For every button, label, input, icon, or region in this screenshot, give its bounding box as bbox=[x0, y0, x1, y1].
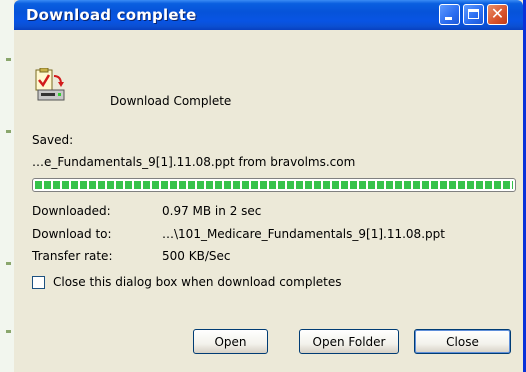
open-folder-button[interactable]: Open Folder bbox=[299, 329, 399, 354]
saved-file-value: …e_Fundamentals_9[1].11.08.ppt from brav… bbox=[32, 155, 356, 169]
status-heading: Download Complete bbox=[110, 94, 232, 108]
minimize-icon bbox=[445, 17, 452, 20]
saved-label: Saved: bbox=[32, 133, 74, 147]
download-complete-icon bbox=[34, 67, 68, 104]
downloaded-label: Downloaded: bbox=[32, 204, 111, 218]
download-complete-dialog: Download complete ✕ Download Complete Sa… bbox=[14, 0, 526, 372]
maximize-button[interactable] bbox=[463, 4, 484, 25]
window-title: Download complete bbox=[26, 6, 197, 24]
download-progress-fill bbox=[35, 181, 513, 189]
close-window-button[interactable]: ✕ bbox=[487, 4, 508, 25]
downloaded-value: 0.97 MB in 2 sec bbox=[162, 204, 262, 218]
minimize-button[interactable] bbox=[439, 4, 460, 25]
close-button[interactable]: Close bbox=[414, 329, 511, 354]
title-bar[interactable]: Download complete ✕ bbox=[14, 0, 523, 30]
close-when-done-checkbox[interactable] bbox=[32, 276, 45, 289]
open-button[interactable]: Open bbox=[193, 329, 268, 354]
download-to-label: Download to: bbox=[32, 227, 112, 241]
transfer-rate-value: 500 KB/Sec bbox=[162, 249, 231, 263]
close-when-done-label[interactable]: Close this dialog box when download comp… bbox=[53, 275, 342, 289]
download-progress-bar bbox=[32, 178, 516, 192]
transfer-rate-label: Transfer rate: bbox=[32, 249, 113, 263]
maximize-icon bbox=[468, 9, 479, 19]
close-icon: ✕ bbox=[490, 4, 505, 23]
download-to-value: …\101_Medicare_Fundamentals_9[1].11.08.p… bbox=[162, 227, 445, 241]
